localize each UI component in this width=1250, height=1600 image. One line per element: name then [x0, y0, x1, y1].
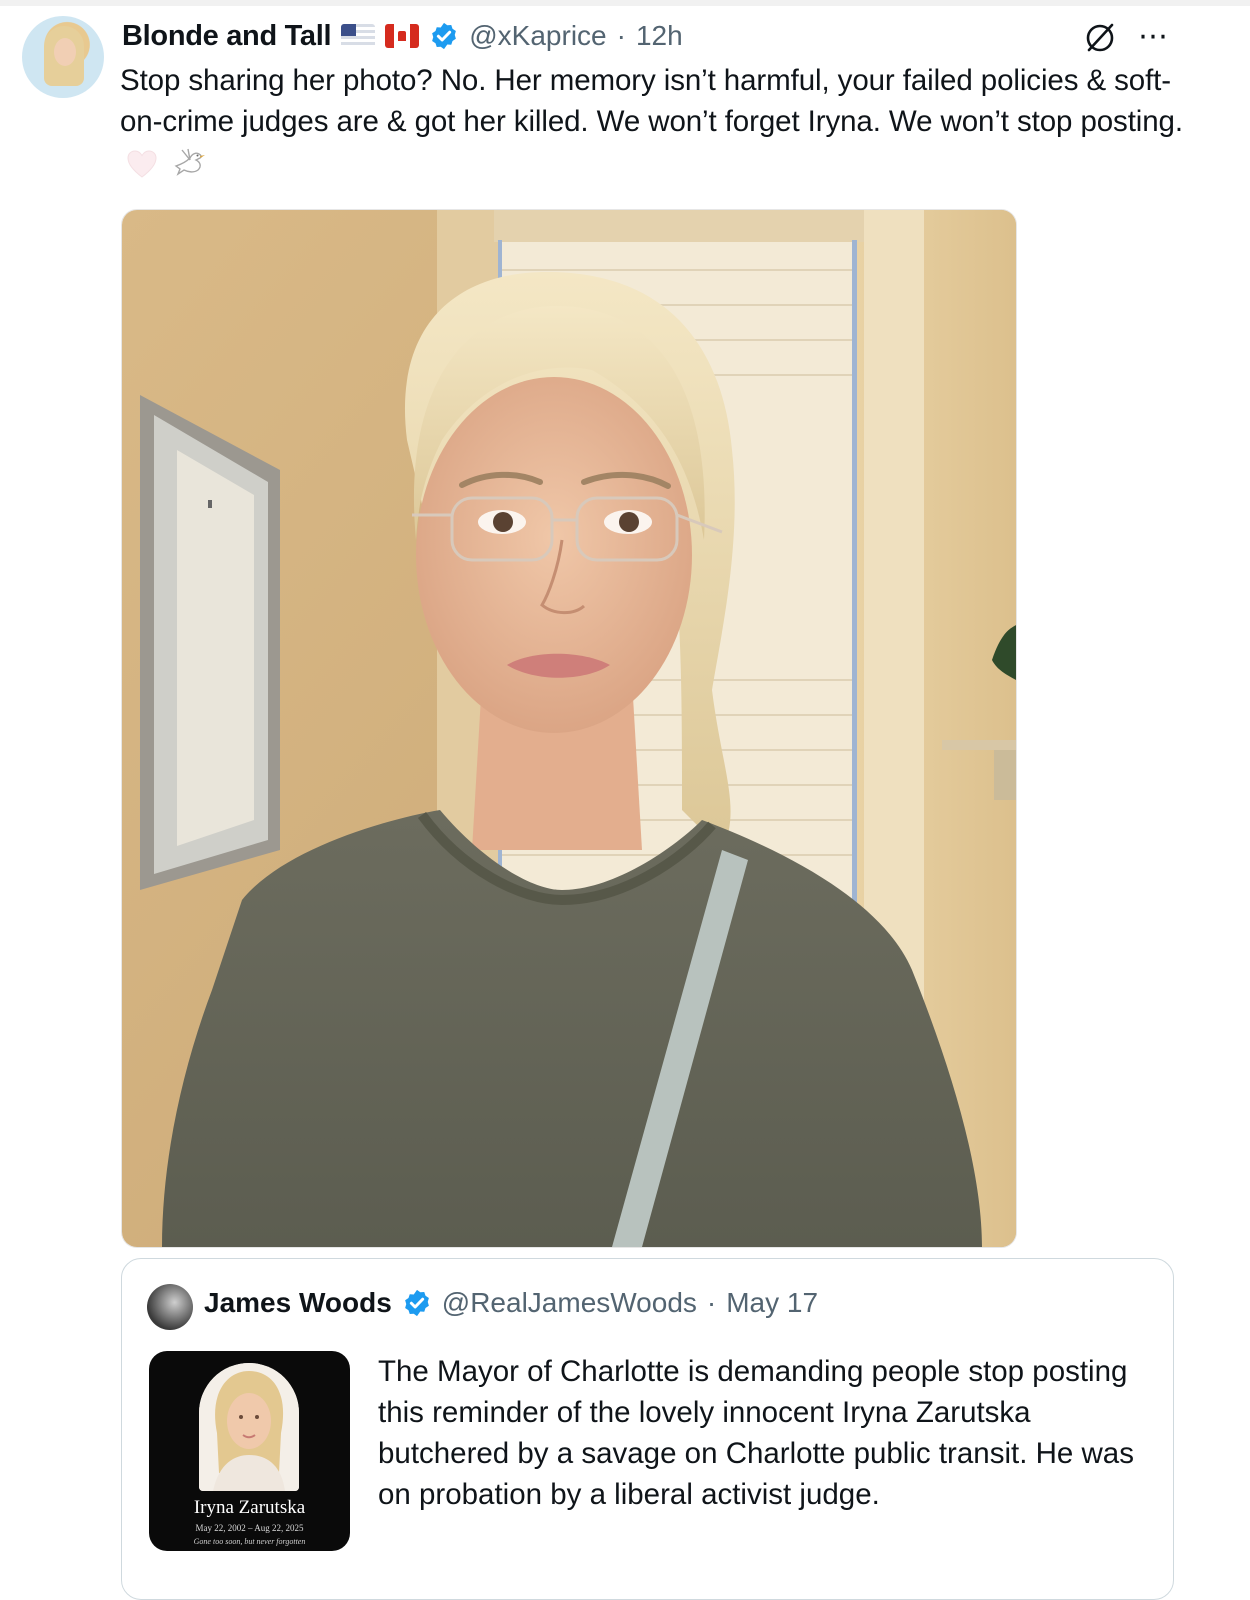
- quoted-tweet-timestamp[interactable]: May 17: [726, 1287, 818, 1319]
- quoted-author-avatar[interactable]: [147, 1284, 193, 1330]
- grok-icon[interactable]: [1082, 20, 1118, 56]
- quoted-tweet-header: James Woods @RealJamesWoods · May 17: [204, 1287, 818, 1319]
- author-handle[interactable]: @xKaprice: [469, 20, 606, 52]
- author-avatar[interactable]: [22, 16, 104, 98]
- quoted-tweet[interactable]: James Woods @RealJamesWoods · May 17 Iry…: [121, 1258, 1174, 1600]
- author-name[interactable]: Blonde and Tall: [122, 20, 332, 53]
- memorial-dates: May 22, 2002 – Aug 22, 2025: [195, 1523, 304, 1533]
- memorial-motto: Gone too soon, but never forgotten: [193, 1537, 306, 1546]
- quoted-tweet-memorial-image[interactable]: Iryna Zarutska May 22, 2002 – Aug 22, 20…: [149, 1351, 350, 1551]
- photo-of-woman: [122, 210, 1016, 1247]
- tweet-timestamp[interactable]: 12h: [636, 20, 683, 52]
- top-divider: [0, 0, 1250, 6]
- verified-badge-icon: [432, 22, 457, 50]
- flag-us-icon: [341, 24, 376, 48]
- quoted-author-handle[interactable]: @RealJamesWoods: [442, 1287, 697, 1319]
- memorial-name: Iryna Zarutska: [193, 1497, 306, 1518]
- verified-badge-icon: [404, 1289, 429, 1317]
- more-icon[interactable]: ⋯: [1138, 22, 1169, 52]
- white-heart-icon: [127, 150, 157, 178]
- dove-icon: [174, 149, 206, 177]
- tweet-body: Stop sharing her photo? No. Her memory i…: [120, 64, 1183, 138]
- flag-canada-icon: [385, 24, 420, 48]
- quoted-author-name[interactable]: James Woods: [204, 1287, 392, 1319]
- separator-dot: ·: [706, 1287, 717, 1318]
- tweet-photo[interactable]: [121, 209, 1017, 1248]
- separator-dot: ·: [616, 20, 626, 51]
- memorial-portrait: [199, 1363, 299, 1491]
- tweet-text: Stop sharing her photo? No. Her memory i…: [120, 60, 1190, 183]
- tweet-header: Blonde and Tall @xKaprice · 12h: [122, 18, 683, 54]
- quoted-tweet-text: The Mayor of Charlotte is demanding peop…: [378, 1355, 1134, 1511]
